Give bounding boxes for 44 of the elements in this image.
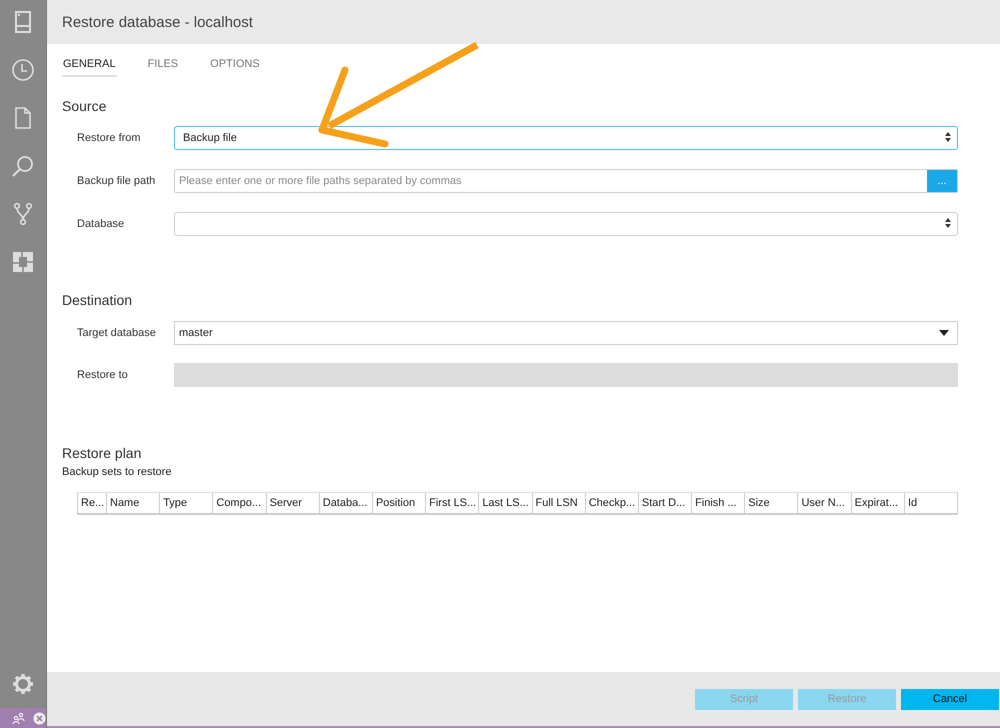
branch-icon[interactable] [11,202,35,226]
updown-icon [945,132,951,142]
select-field[interactable]: Backup file [174,126,958,150]
section-heading: Restore plan [62,445,142,461]
column-header[interactable]: Databa... [319,492,372,514]
column-header[interactable]: Name [106,492,160,514]
close-icon[interactable] [33,712,46,724]
column-header[interactable]: First LS... [426,492,479,514]
tab[interactable]: OPTIONS [209,58,261,77]
column-header[interactable]: Last LS... [478,492,532,514]
dropdown-field[interactable]: master [174,321,958,345]
tab[interactable]: FILES [146,58,180,77]
column-header[interactable]: Type [160,492,213,514]
column-header[interactable]: Server [266,492,320,514]
field-label: Restore from [76,132,142,144]
column-header[interactable]: Size [744,492,798,514]
column-header[interactable]: Position [372,492,426,514]
caret-icon [939,330,949,336]
people-icon[interactable] [12,712,25,724]
column-header[interactable]: Checkp... [585,492,638,514]
field-label: Backup file path [76,175,156,187]
clock-icon[interactable] [11,58,35,82]
field-label: Target database [76,327,157,339]
column-header[interactable]: Expirat... [851,492,904,514]
select-field[interactable] [174,212,958,236]
section-heading: Source [62,98,108,114]
tab[interactable]: GENERAL [62,58,117,77]
column-header[interactable]: Start D... [638,492,692,514]
section-heading: Destination [62,292,134,308]
updown-icon [945,218,951,228]
settings-icon[interactable] [11,672,35,696]
puzzle-icon[interactable] [11,250,35,274]
column-header[interactable]: User N... [798,492,852,514]
column-header[interactable]: Compo... [212,492,266,514]
column-header[interactable]: Id [904,492,958,514]
dialog-button[interactable]: Cancel [901,688,999,710]
section-subtitle: Backup sets to restore [62,466,172,478]
column-header[interactable]: Finish ... [692,492,745,514]
search-icon[interactable] [11,154,35,178]
window-title: Restore database - localhost [62,14,253,30]
column-header[interactable]: Full LSN [532,492,586,514]
field-label: Database [76,218,126,230]
column-header[interactable]: Re... [78,492,106,514]
field-label: Restore to [76,369,129,381]
